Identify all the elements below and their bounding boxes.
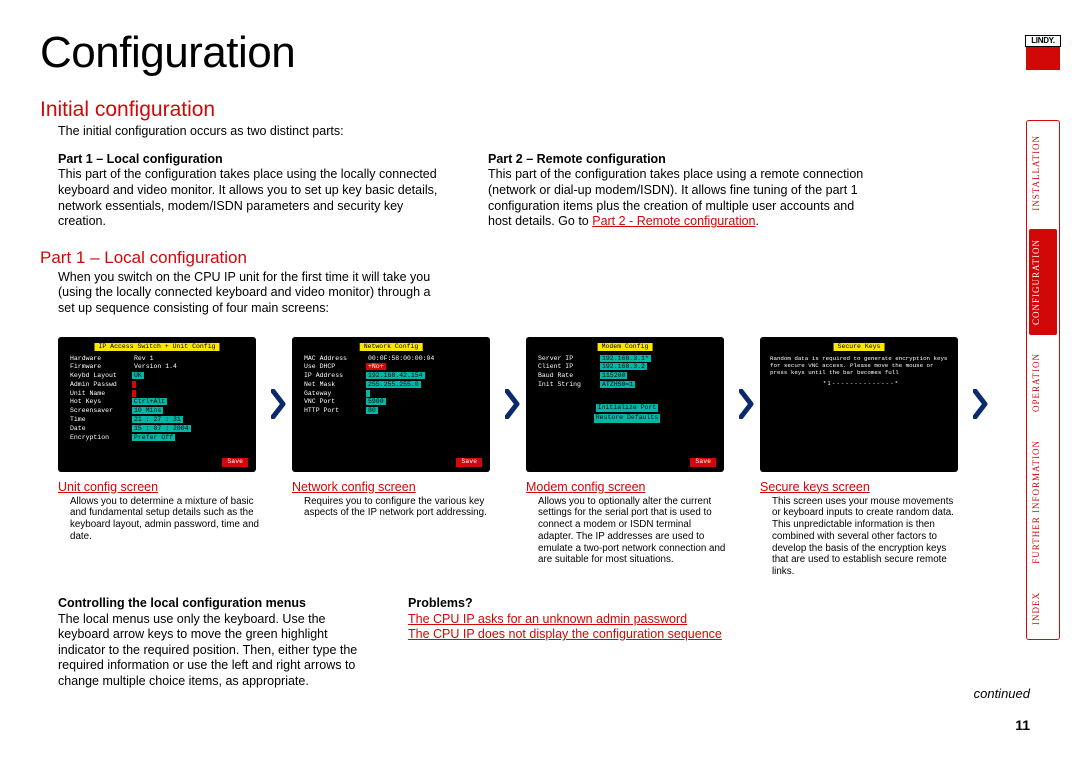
field-value xyxy=(132,381,136,388)
field-value: 5900 xyxy=(366,398,386,405)
nav-operation[interactable]: OPERATION xyxy=(1029,343,1057,422)
problems-heading: Problems? xyxy=(408,596,808,612)
chevron-right-icon xyxy=(970,337,994,472)
chevron-right-icon xyxy=(502,337,526,472)
brand-logo: LINDY. xyxy=(1026,36,1060,70)
field-label: Keybd Layout xyxy=(68,372,130,381)
field-value: UK xyxy=(132,372,144,379)
field-value: 15 : 07 : 2004 xyxy=(132,425,191,432)
caption-secure-keys-link[interactable]: Secure keys screen xyxy=(760,480,870,494)
screen-title: IP Access Switch + Unit Config xyxy=(94,343,219,352)
save-button[interactable]: Save xyxy=(222,458,248,467)
action-row[interactable]: Initialize Port xyxy=(596,404,659,413)
field-label: Gateway xyxy=(302,390,364,399)
screen-title: Modem Config xyxy=(598,343,653,352)
caption-modem-config-link[interactable]: Modem config screen xyxy=(526,480,646,494)
part1-intro: When you switch on the CPU IP unit for t… xyxy=(58,270,438,317)
field-label: Firmware xyxy=(68,363,130,372)
field-label: VNC Port xyxy=(302,398,364,407)
field-label: Unit Name xyxy=(68,390,130,399)
caption-modem-config-text: Allows you to optionally alter the curre… xyxy=(538,496,728,567)
field-value: 80 xyxy=(366,407,378,414)
screen-modem-config: Modem Config Server IP192.168.3.1*Client… xyxy=(526,337,724,472)
field-value: Prefer Off xyxy=(132,434,175,441)
section-heading: Initial configuration xyxy=(40,98,1010,122)
screen-secure-keys: Secure Keys Random data is required to g… xyxy=(760,337,958,472)
field-value: 00:0F:58:00:00:04 xyxy=(366,355,436,362)
nav-configuration[interactable]: CONFIGURATION xyxy=(1029,229,1057,335)
chevron-right-icon xyxy=(268,337,292,472)
field-value: Version 1.4 xyxy=(132,363,179,370)
field-value: 192.168.3.2 xyxy=(600,363,647,370)
nav-index[interactable]: INDEX xyxy=(1029,582,1057,635)
part2-heading: Part 2 – Remote configuration xyxy=(488,152,878,168)
screen-title: Secure Keys xyxy=(834,343,885,352)
field-value: 10 Mins xyxy=(132,407,163,414)
part1-heading: Part 1 – Local configuration xyxy=(58,152,448,168)
field-label: Client IP xyxy=(536,363,598,372)
side-nav: INSTALLATION CONFIGURATION OPERATION FUR… xyxy=(1026,120,1060,640)
action-row[interactable]: Restore Defaults xyxy=(594,414,660,423)
field-label: Init String xyxy=(536,381,598,390)
field-label: Screensaver xyxy=(68,407,130,416)
field-label: MAC Address xyxy=(302,355,364,364)
page-title: Configuration xyxy=(40,28,1010,78)
field-label: HTTP Port xyxy=(302,407,364,416)
screen-unit-config: IP Access Switch + Unit Config HardwareR… xyxy=(58,337,256,472)
secure-keys-text: Random data is required to generate encr… xyxy=(770,355,952,377)
controlling-heading: Controlling the local configuration menu… xyxy=(58,596,368,612)
field-label: Admin Passwd xyxy=(68,381,130,390)
continued-label: continued xyxy=(974,686,1030,701)
field-value: 21 : 27 : 31 xyxy=(132,416,183,423)
caption-network-config-link[interactable]: Network config screen xyxy=(292,480,416,494)
field-value xyxy=(366,390,370,397)
chevron-right-icon xyxy=(736,337,760,472)
part2-body-b: . xyxy=(756,214,759,228)
field-value: 255.255.255.0 xyxy=(366,381,421,388)
field-value: 115200 xyxy=(600,372,627,379)
field-value: Ctrl+Alt xyxy=(132,398,167,405)
save-button[interactable]: Save xyxy=(456,458,482,467)
screen-network-config: Network Config MAC Address00:0F:58:00:00… xyxy=(292,337,490,472)
field-value: 192.168.42.154 xyxy=(366,372,425,379)
field-value: +No+ xyxy=(366,363,386,370)
field-label: Date xyxy=(68,425,130,434)
field-value: Rev 1 xyxy=(132,355,156,362)
field-value xyxy=(132,390,136,397)
part1-body: This part of the configuration takes pla… xyxy=(58,167,448,230)
save-button[interactable]: Save xyxy=(690,458,716,467)
progress-bar: *I--------------* xyxy=(770,380,952,388)
part2-remote-link[interactable]: Part 2 - Remote configuration xyxy=(592,214,755,228)
field-label: Baud Rate xyxy=(536,372,598,381)
part2-body: This part of the configuration takes pla… xyxy=(488,167,878,230)
part1-subheading: Part 1 – Local configuration xyxy=(40,248,1010,268)
page-number: 11 xyxy=(1015,717,1030,733)
field-label: Net Mask xyxy=(302,381,364,390)
field-label: Time xyxy=(68,416,130,425)
field-value: ATZHS0=1 xyxy=(600,381,635,388)
field-label: Hardware xyxy=(68,355,130,364)
caption-unit-config-text: Allows you to determine a mixture of bas… xyxy=(70,496,260,543)
field-label: Hot Keys xyxy=(68,398,130,407)
nav-further-information[interactable]: FURTHER INFORMATION xyxy=(1029,430,1057,574)
brand-logo-text: LINDY. xyxy=(1025,35,1061,47)
caption-secure-keys-text: This screen uses your mouse movements or… xyxy=(772,496,962,578)
problem-link-sequence[interactable]: The CPU IP does not display the configur… xyxy=(408,627,808,643)
problem-link-password[interactable]: The CPU IP asks for an unknown admin pas… xyxy=(408,612,808,628)
caption-network-config-text: Requires you to configure the various ke… xyxy=(304,496,494,520)
section-intro: The initial configuration occurs as two … xyxy=(58,124,1010,140)
field-label: IP Address xyxy=(302,372,364,381)
screen-title: Network Config xyxy=(360,343,423,352)
nav-installation[interactable]: INSTALLATION xyxy=(1029,125,1057,221)
field-label: Use DHCP xyxy=(302,363,364,372)
field-label: Server IP xyxy=(536,355,598,364)
field-value: 192.168.3.1* xyxy=(600,355,651,362)
caption-unit-config-link[interactable]: Unit config screen xyxy=(58,480,158,494)
field-label: Encryption xyxy=(68,434,130,443)
controlling-body: The local menus use only the keyboard. U… xyxy=(58,612,357,689)
